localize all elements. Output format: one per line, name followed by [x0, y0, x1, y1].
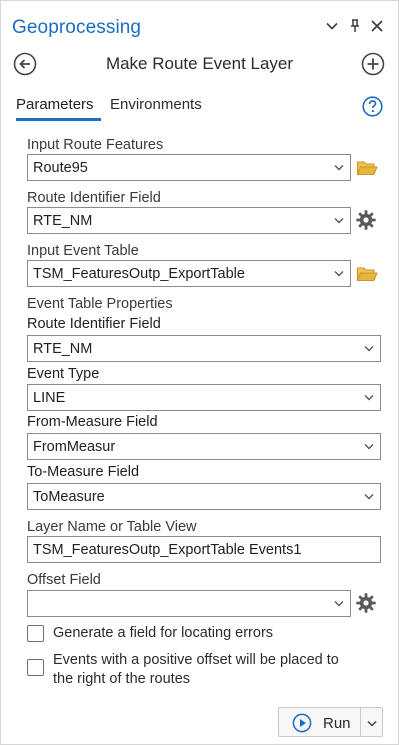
locating-errors-label: Generate a field for locating errors — [53, 625, 274, 641]
offset-field-label: Offset Field — [27, 572, 101, 588]
input-event-table-dropdown[interactable]: TSM_FeaturesOutp_ExportTable — [27, 260, 351, 287]
event-table-properties-label: Event Table Properties — [27, 296, 173, 312]
gear-icon[interactable] — [355, 209, 377, 231]
folder-icon[interactable] — [356, 157, 378, 179]
chevron-down-icon — [367, 720, 377, 727]
to-measure-field-value: ToMeasure — [33, 489, 105, 505]
layer-name-label: Layer Name or Table View — [27, 519, 197, 535]
positive-offset-label-line2: the right of the routes — [53, 671, 191, 687]
event-type-label: Event Type — [27, 366, 100, 382]
help-icon[interactable] — [362, 96, 383, 117]
pane-titlebar: Geoprocessing — [1, 1, 398, 45]
route-identifier-field-dropdown[interactable]: RTE_NM — [27, 207, 351, 234]
chevron-down-icon — [334, 271, 344, 277]
geoprocessing-pane: Geoprocessing Make Route Event Layer Par… — [0, 0, 399, 745]
pane-title: Geoprocessing — [12, 17, 142, 38]
input-event-table-value: TSM_FeaturesOutp_ExportTable — [33, 266, 245, 282]
chevron-down-icon — [334, 218, 344, 224]
active-tab-indicator — [16, 118, 101, 121]
plus-icon[interactable] — [361, 52, 385, 76]
input-route-features-label: Input Route Features — [27, 137, 164, 153]
input-event-table-label: Input Event Table — [27, 243, 139, 259]
tool-title: Make Route Event Layer — [105, 54, 294, 73]
route-identifier-field-label: Route Identifier Field — [27, 190, 161, 206]
chevron-down-icon — [334, 165, 344, 171]
from-measure-field-dropdown[interactable]: FromMeasur — [27, 433, 381, 460]
event-route-identifier-field-value: RTE_NM — [33, 341, 93, 357]
offset-field-dropdown[interactable] — [27, 590, 351, 617]
layer-name-input[interactable]: TSM_FeaturesOutp_ExportTable Events1 — [27, 536, 381, 563]
input-route-features-dropdown[interactable]: Route95 — [27, 154, 351, 181]
event-type-value: LINE — [33, 390, 66, 406]
run-options-dropdown[interactable] — [361, 707, 383, 737]
route-identifier-field-value: RTE_NM — [33, 213, 93, 229]
event-route-identifier-field-label: Route Identifier Field — [27, 316, 161, 332]
to-measure-field-label: To-Measure Field — [27, 464, 140, 480]
layer-name-value: TSM_FeaturesOutp_ExportTable Events1 — [33, 542, 302, 558]
play-icon — [292, 713, 312, 733]
gear-icon[interactable] — [355, 592, 377, 614]
chevron-down-icon[interactable] — [323, 17, 341, 35]
run-button[interactable]: Run — [278, 707, 361, 737]
input-route-features-value: Route95 — [33, 160, 88, 176]
tab-environments[interactable]: Environments — [110, 96, 202, 113]
tab-parameters[interactable]: Parameters — [16, 96, 94, 113]
from-measure-field-value: FromMeasur — [33, 439, 116, 455]
event-route-identifier-field-dropdown[interactable]: RTE_NM — [27, 335, 381, 362]
run-button-label: Run — [323, 715, 351, 732]
pin-icon[interactable] — [346, 17, 364, 35]
chevron-down-icon — [364, 395, 374, 401]
chevron-down-icon — [364, 444, 374, 450]
chevron-down-icon — [364, 346, 374, 352]
to-measure-field-dropdown[interactable]: ToMeasure — [27, 483, 381, 510]
close-icon[interactable] — [368, 17, 386, 35]
event-type-dropdown[interactable]: LINE — [27, 384, 381, 411]
chevron-down-icon — [364, 494, 374, 500]
from-measure-field-label: From-Measure Field — [27, 414, 158, 430]
positive-offset-checkbox[interactable] — [27, 659, 44, 676]
chevron-down-icon — [334, 601, 344, 607]
locating-errors-checkbox[interactable] — [27, 625, 44, 642]
folder-icon[interactable] — [356, 263, 378, 285]
